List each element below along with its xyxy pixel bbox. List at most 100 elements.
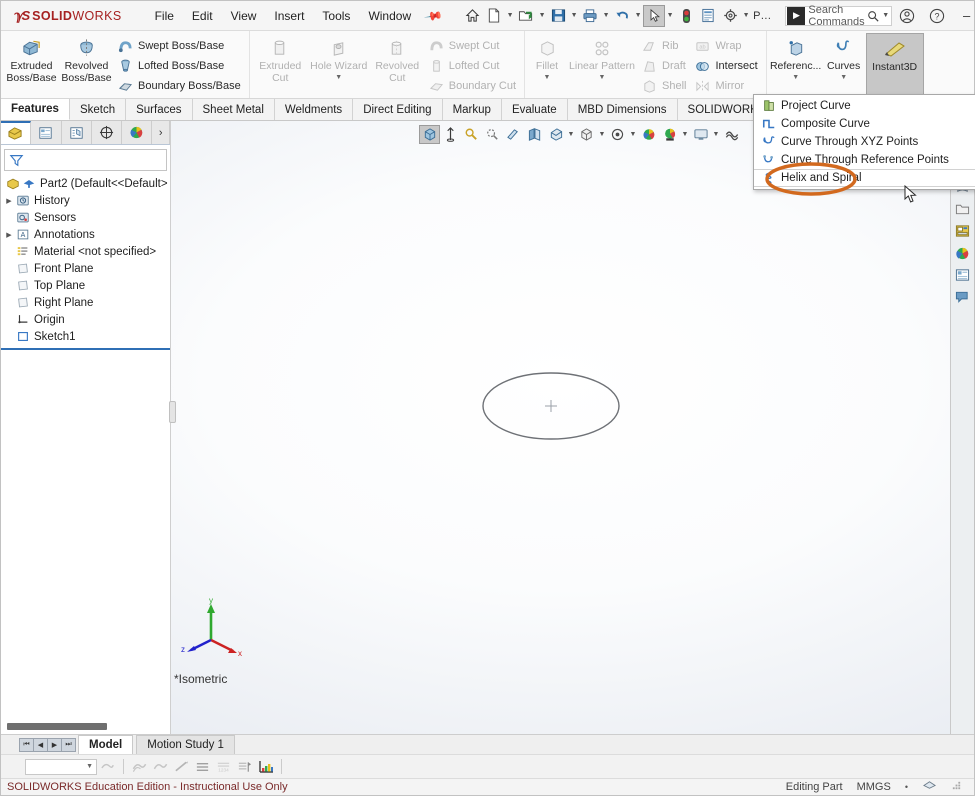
menu-item-curve-through-reference-points[interactable]: Curve Through Reference Points (754, 151, 975, 169)
pin-icon[interactable]: 📌 (423, 5, 443, 25)
menu-window[interactable]: Window (359, 5, 420, 27)
tree-node-sketch1[interactable]: Sketch1 (1, 328, 170, 345)
boundary-cut-button[interactable]: Boundary Cut (425, 76, 521, 96)
hide-show-chevron-down-icon[interactable]: ▼ (566, 131, 576, 138)
print-chevron-icon[interactable]: ▼ (601, 12, 611, 19)
display-states-icon[interactable] (721, 125, 742, 144)
units-caret-icon[interactable]: • (905, 782, 908, 792)
layers-icon[interactable] (922, 779, 937, 795)
menu-insert[interactable]: Insert (265, 5, 313, 27)
bottom-tab-motion-study-1[interactable]: Motion Study 1 (136, 735, 235, 754)
nav-next-button[interactable]: ▶ (47, 737, 62, 752)
dimension-icon[interactable]: 1234 (213, 758, 234, 776)
tree-node-annotations[interactable]: ▶ A Annotations (1, 226, 170, 243)
lofted-boss-base-button[interactable]: Lofted Boss/Base (114, 56, 246, 76)
flag-icon[interactable] (234, 758, 255, 776)
ellipse-sketch[interactable] (471, 356, 631, 456)
revolved-boss-base-button[interactable]: Revolved Boss/Base (59, 33, 114, 84)
edit-line-icon[interactable] (171, 758, 192, 776)
curves-chevron-down-icon[interactable]: ▼ (840, 74, 847, 81)
zoom-to-area-icon[interactable] (440, 125, 461, 144)
hole-wizard-button[interactable]: Hole Wizard ▼ (308, 33, 370, 81)
nav-prev-button[interactable]: ◀ (33, 737, 48, 752)
tree-node-material[interactable]: Material <not specified> (1, 243, 170, 260)
menu-item-project-curve[interactable]: Project Curve (754, 97, 975, 115)
nav-first-button[interactable]: ⏮ (19, 737, 34, 752)
bottom-tab-model[interactable]: Model (78, 735, 134, 754)
shell-button[interactable]: Shell (638, 76, 691, 96)
hide-show-items-icon[interactable] (545, 125, 566, 144)
feature-tree-filter[interactable] (4, 149, 167, 171)
palette-chevron-down-icon[interactable]: ▼ (680, 131, 690, 138)
tab-evaluate[interactable]: Evaluate (502, 99, 568, 120)
tab-surfaces[interactable]: Surfaces (126, 99, 193, 120)
print-icon[interactable] (579, 5, 601, 27)
extruded-cut-button[interactable]: Extruded Cut (253, 33, 308, 84)
open-folder-icon[interactable] (515, 5, 537, 27)
search-commands-box[interactable]: ▶ Search Commands ▼ (785, 4, 892, 28)
linear-pattern-chevron-down-icon[interactable]: ▼ (599, 74, 606, 81)
previous-view-icon[interactable] (461, 125, 482, 144)
shaded-sketch-contours-icon[interactable] (97, 758, 118, 776)
menu-view[interactable]: View (222, 5, 266, 27)
magnifier-icon[interactable] (865, 10, 881, 22)
view-settings-icon[interactable] (638, 125, 659, 144)
section-view-icon[interactable] (482, 125, 503, 144)
linear-pattern-button[interactable]: Linear Pattern ▼ (566, 33, 638, 81)
menu-item-composite-curve[interactable]: Composite Curve (754, 115, 975, 133)
tab-weldments[interactable]: Weldments (275, 99, 354, 120)
panel-resize-grip[interactable] (169, 401, 176, 423)
edit-appearance-icon[interactable] (576, 125, 597, 144)
search-input[interactable]: Search Commands (808, 4, 864, 28)
search-chevron-down-icon[interactable]: ▼ (881, 12, 891, 19)
tab-property-manager[interactable] (31, 121, 62, 144)
expand-chevron-icon[interactable]: ▶ (3, 197, 15, 205)
tree-horizontal-scrollbar[interactable] (7, 723, 107, 730)
mirror-button[interactable]: Mirror (691, 76, 762, 96)
layout-chevron-down-icon[interactable]: ▼ (711, 131, 721, 138)
menu-item-helix-and-spiral[interactable]: Helix and Spiral (754, 169, 975, 187)
extruded-boss-base-button[interactable]: Extruded Boss/Base (4, 33, 59, 84)
tab-direct-editing[interactable]: Direct Editing (353, 99, 443, 120)
curves-button[interactable]: Curves ▼ (822, 33, 866, 81)
lofted-cut-button[interactable]: Lofted Cut (425, 56, 521, 76)
intersect-button[interactable]: Intersect (691, 56, 762, 76)
lines-icon[interactable] (192, 758, 213, 776)
resize-grip-icon[interactable] (951, 780, 962, 794)
select-arrow-icon[interactable] (643, 4, 666, 27)
display-sketch-1-icon[interactable] (129, 758, 150, 776)
tab-feature-manager-tree[interactable] (1, 121, 32, 144)
boundary-boss-base-button[interactable]: Boundary Boss/Base (114, 76, 246, 96)
graphics-viewport[interactable]: ▼ ▼ ▼ ▼ ▼ y x z *Isometric (171, 121, 950, 734)
custom-properties-icon[interactable] (953, 265, 973, 285)
tree-node-right-plane[interactable]: Right Plane (1, 294, 170, 311)
viewport-layout-icon[interactable] (690, 125, 711, 144)
fillet-button[interactable]: Fillet ▼ (528, 33, 566, 81)
rib-button[interactable]: Rib (638, 36, 691, 56)
tree-node-front-plane[interactable]: Front Plane (1, 260, 170, 277)
display-style-icon[interactable] (524, 125, 545, 144)
tab-configuration-manager[interactable] (62, 121, 92, 144)
new-document-chevron-icon[interactable]: ▼ (505, 12, 515, 19)
part-label-icon[interactable]: P… (751, 10, 773, 22)
menu-file[interactable]: File (146, 5, 183, 27)
save-icon[interactable] (547, 5, 569, 27)
settings-chevron-icon[interactable]: ▼ (741, 12, 751, 19)
solidworks-forum-icon[interactable] (953, 287, 973, 307)
units-label[interactable]: MMGS (857, 781, 891, 793)
save-chevron-icon[interactable]: ▼ (569, 12, 579, 19)
fillet-chevron-down-icon[interactable]: ▼ (544, 74, 551, 81)
swept-cut-button[interactable]: Swept Cut (425, 36, 521, 56)
user-account-icon[interactable] (892, 2, 922, 30)
menu-edit[interactable]: Edit (183, 5, 222, 27)
tree-node-sensors[interactable]: Sensors (1, 209, 170, 226)
help-question-icon[interactable]: ? (922, 2, 952, 30)
tree-node-origin[interactable]: Origin (1, 311, 170, 328)
new-document-icon[interactable] (483, 5, 505, 27)
undo-icon[interactable] (611, 5, 633, 27)
tree-node-history[interactable]: ▶ History (1, 192, 170, 209)
settings-gear-icon[interactable] (719, 5, 741, 27)
apply-scene-palette-icon[interactable] (659, 125, 680, 144)
options-list-icon[interactable] (697, 5, 719, 27)
hole-wizard-chevron-down-icon[interactable]: ▼ (335, 74, 342, 81)
